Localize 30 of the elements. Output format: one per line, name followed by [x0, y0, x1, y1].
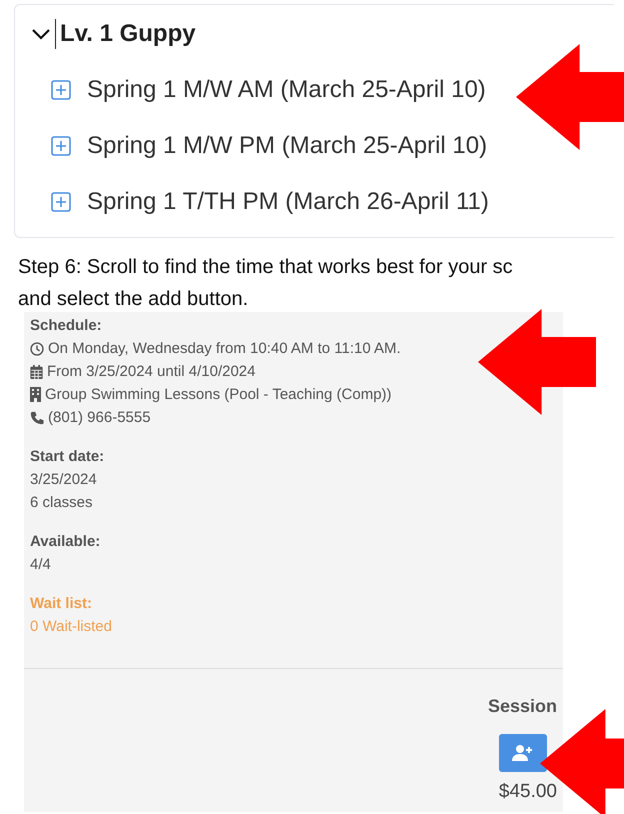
- session-heading: Session: [488, 695, 557, 718]
- instruction-text: and select the add button.: [17, 287, 250, 312]
- building-icon: [30, 387, 41, 402]
- expand-icon[interactable]: [51, 136, 71, 156]
- add-person-button[interactable]: [499, 734, 547, 772]
- wait-list-text: 0 Wait-listed: [30, 617, 113, 637]
- session-link[interactable]: Spring 1 M/W AM (March 25-April 10): [87, 75, 486, 105]
- schedule-text: From 3/25/2024 until 4/10/2024: [47, 362, 256, 382]
- schedule-text: Group Swimming Lessons (Pool - Teaching (Comp)): [45, 385, 392, 405]
- session-link[interactable]: Spring 1 M/W PM (March 25-April 10): [87, 131, 488, 161]
- schedule-text: (801) 966-5555: [48, 408, 151, 428]
- price-text: $45.00: [498, 780, 557, 803]
- available-heading: Available:: [30, 532, 102, 552]
- start-date-text: 6 classes: [30, 493, 94, 513]
- schedule-text: On Monday, Wednesday from 10:40 AM to 11:10 AM.: [48, 339, 401, 359]
- wait-list-heading: Wait list:: [30, 594, 93, 614]
- clock-icon: [30, 342, 44, 356]
- caret-icon[interactable]: [31, 28, 51, 40]
- course-title: Lv. 1 Guppy: [55, 19, 196, 49]
- start-date-heading: Start date:: [30, 447, 106, 467]
- available-text: 4/4: [30, 555, 52, 575]
- expand-icon[interactable]: [51, 192, 71, 212]
- phone-icon: [30, 410, 44, 424]
- schedule-heading: Schedule:: [30, 316, 103, 336]
- calendar-icon: [30, 364, 43, 378]
- start-date-text: 3/25/2024: [30, 470, 98, 490]
- session-link[interactable]: Spring 1 T/TH PM (March 26-April 11): [87, 187, 489, 217]
- expand-icon[interactable]: [51, 80, 71, 100]
- add-person-icon: [512, 744, 534, 762]
- instruction-text: Step 6: Scroll to find the time that works best for your sc: [17, 255, 514, 280]
